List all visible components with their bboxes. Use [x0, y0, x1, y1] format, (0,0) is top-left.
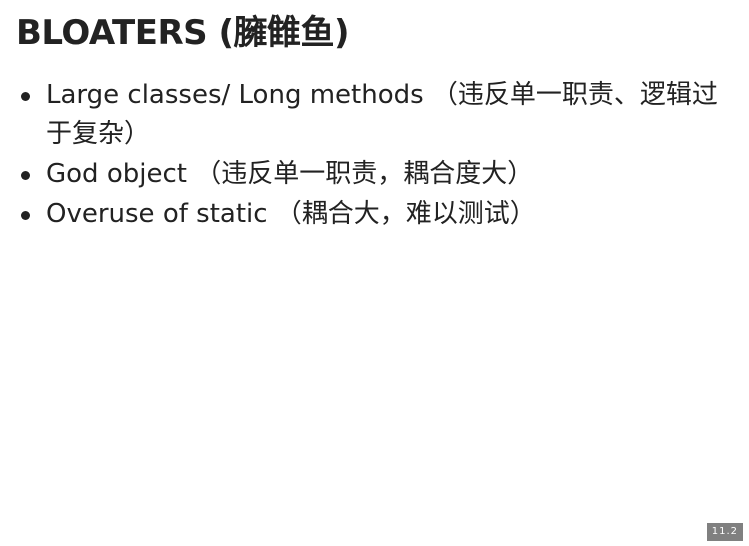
- bullet-god-object: God object （违反单一职责，耦合度大）: [21, 155, 736, 194]
- slide-number[interactable]: 11.2: [706, 523, 743, 541]
- bullet-list: Large classes/ Long methods （违反单一职责、逻辑过于…: [21, 76, 736, 235]
- bullet-large-classes: Large classes/ Long methods （违反单一职责、逻辑过于…: [21, 76, 736, 154]
- slide: BLOATERS (臃雔鱼) Large classes/ Long metho…: [0, 0, 749, 546]
- bullet-overuse-static: Overuse of static （耦合大，难以测试）: [21, 195, 736, 234]
- slide-title: BLOATERS (臃雔鱼): [16, 13, 350, 53]
